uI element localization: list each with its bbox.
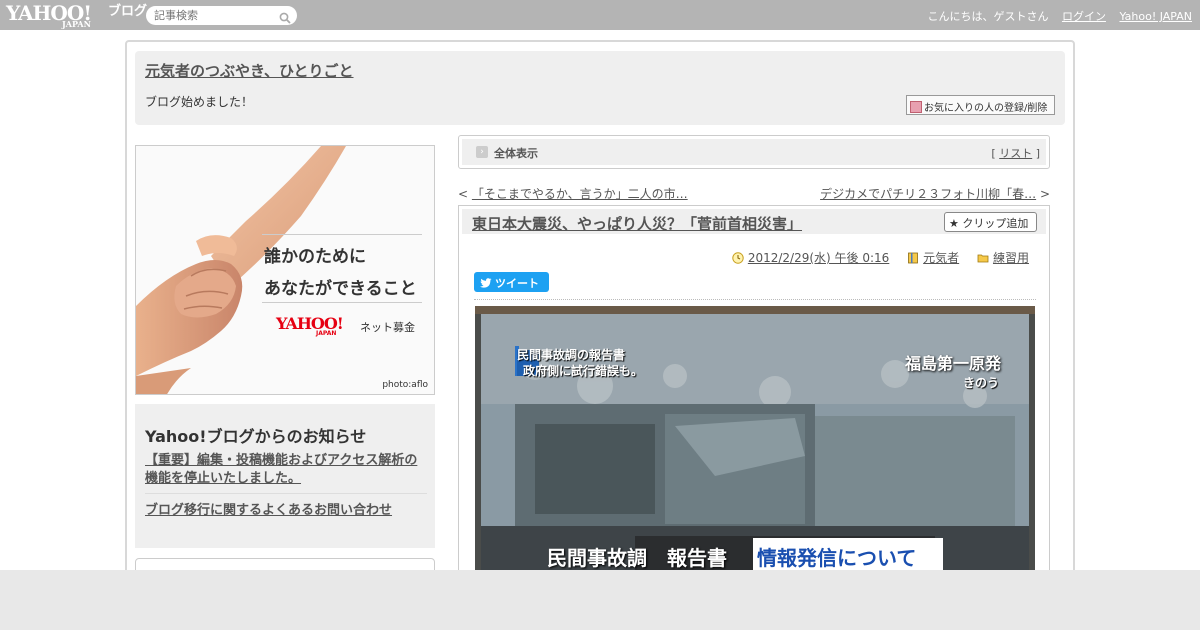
blog-title[interactable]: 元気者のつぶやき、ひとりごと [145, 60, 354, 81]
top-nav: こんにちは、ゲストさん ログイン Yahoo! JAPAN [927, 8, 1192, 24]
article-author-item: 元気者 [907, 251, 963, 265]
search-box [146, 6, 297, 25]
next-article-link[interactable]: デジカメでパチリ２３フォト川柳「春… [820, 187, 1036, 201]
favorite-button-label: お気に入りの人の登録/削除 [924, 103, 1048, 114]
article-photo: 民間事故調の報告書 政府側に試行錯誤も。 福島第一原発 きのう 民間事故調 報告… [475, 306, 1035, 606]
footer-bar [0, 570, 1200, 630]
photo-caption-top-right-2: きのう [962, 376, 999, 390]
clip-add-label: クリップ追加 [962, 217, 1029, 230]
logo-blog: ブログ [108, 4, 148, 19]
article-meta: 2012/2/29(水) 午後 0:16 元気者 練習用 [732, 249, 1029, 266]
photo-caption-top-left: 民間事故調の報告書 [517, 348, 626, 362]
search-input[interactable] [154, 8, 274, 23]
donation-banner[interactable]: 誰かのために あなたができること YAHOO! JAPAN ネット募金 phot… [135, 145, 435, 395]
all-view-inner: › 全体表示 [ リスト ] [462, 139, 1046, 165]
banner-divider [262, 302, 422, 303]
clip-add-button[interactable]: ★ クリップ追加 [944, 212, 1037, 232]
all-view-label: 全体表示 [494, 147, 538, 160]
banner-yahoo-japan: JAPAN [316, 330, 337, 337]
article-date[interactable]: 2012/2/29(水) 午後 0:16 [748, 251, 889, 265]
favorite-register-button[interactable]: お気に入りの人の登録/削除 [906, 95, 1055, 115]
all-view-bar: › 全体表示 [ リスト ] [458, 135, 1050, 169]
top-bar: YAHOO! JAPAN ブログ こんにちは、ゲストさん ログイン Yahoo!… [0, 0, 1200, 30]
prev-arrow: < [458, 187, 469, 201]
article-header: 東日本大震災、やっぱり人災？「菅前首相災害」 ★ クリップ追加 [462, 209, 1046, 234]
blog-description: ブログ始めました！ [145, 95, 254, 109]
article-author[interactable]: 元気者 [923, 251, 959, 265]
login-link[interactable]: ログイン [1062, 10, 1106, 23]
photo-caption-top-right: 福島第一原発 [904, 354, 1001, 373]
greeting-text: こんにちは、ゲストさん [927, 10, 1049, 23]
twitter-bird-icon [480, 278, 492, 288]
blog-header: 元気者のつぶやき、ひとりごと ブログ始めました！ お気に入りの人の登録/削除 [135, 51, 1065, 125]
banner-service-name: ネット募金 [360, 321, 415, 334]
yahoo-blog-logo[interactable]: YAHOO! JAPAN ブログ [6, 3, 147, 28]
article-category[interactable]: 練習用 [993, 251, 1029, 265]
photo-caption-top-left-2: 政府側に試行錯誤も。 [523, 364, 644, 378]
article-divider [474, 299, 1036, 300]
banner-line-1: 誰かのために [264, 247, 366, 267]
handshake-image [136, 146, 346, 394]
photo-credit: photo:aflo [382, 380, 428, 390]
article-title[interactable]: 東日本大震災、やっぱり人災？「菅前首相災害」 [472, 213, 802, 234]
folder-icon [977, 254, 989, 263]
list-link[interactable]: リスト [999, 147, 1032, 160]
notice-box: Yahoo!ブログからのお知らせ 【重要】編集・投稿機能およびアクセス解析の機能… [135, 404, 435, 548]
yahoo-japan-link[interactable]: Yahoo! JAPAN [1119, 10, 1192, 23]
tweet-button[interactable]: ツイート [474, 272, 549, 292]
banner-line-2: あなたができること [264, 279, 417, 299]
prev-article-nav: < 「そこまでやるか、言うか」二人の市… [458, 185, 688, 202]
list-toggle: [ リスト ] [991, 145, 1040, 161]
arrow-right-icon: › [476, 146, 488, 158]
bracket-open: [ [991, 147, 996, 160]
article-category-item: 練習用 [977, 251, 1029, 265]
photo-caption-bottom: 民間事故調 報告書 [547, 546, 727, 570]
logo-japan: JAPAN [62, 19, 91, 29]
banner-divider [262, 234, 422, 235]
heart-icon [910, 101, 922, 113]
book-icon [908, 252, 919, 264]
next-arrow: > [1039, 187, 1050, 201]
bracket-close: ] [1035, 147, 1040, 160]
search-icon[interactable] [279, 9, 291, 28]
article-date-item: 2012/2/29(水) 午後 0:16 [732, 251, 893, 265]
photo-caption-bottom-box: 情報発信について [757, 546, 917, 570]
notice-divider [145, 493, 427, 494]
tweet-label: ツイート [495, 277, 539, 290]
clock-icon [732, 252, 744, 264]
article: 東日本大震災、やっぱり人災？「菅前首相災害」 ★ クリップ追加 2012/2/2… [458, 205, 1050, 625]
next-article-nav: デジカメでパチリ２３フォト川柳「春… > [820, 185, 1050, 202]
star-icon: ★ [949, 217, 959, 230]
prev-article-link[interactable]: 「そこまでやるか、言うか」二人の市… [472, 187, 688, 201]
notice-heading: Yahoo!ブログからのお知らせ [145, 427, 367, 446]
notice-item[interactable]: 【重要】編集・投稿機能およびアクセス解析の機能を停止いたしました。 [145, 452, 430, 488]
notice-item[interactable]: ブログ移行に関するよくあるお問い合わせ [145, 499, 392, 518]
